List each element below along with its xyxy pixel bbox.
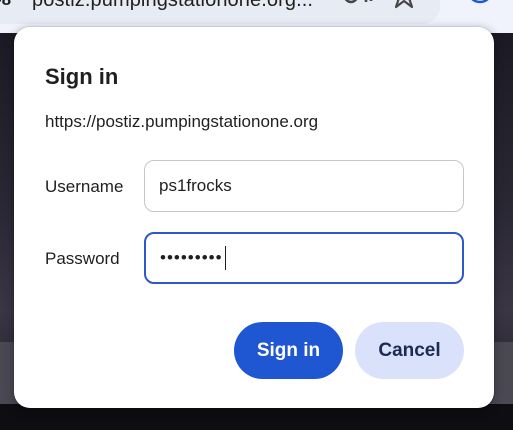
cancel-button[interactable]: Cancel — [355, 322, 464, 379]
sign-in-dialog: Sign in https://postiz.pumpingstationone… — [14, 27, 494, 408]
key-icon[interactable] — [344, 0, 376, 10]
sign-in-button[interactable]: Sign in — [234, 322, 343, 379]
star-icon[interactable] — [392, 0, 416, 10]
username-field[interactable]: ps1frocks — [144, 160, 464, 212]
text-caret — [224, 246, 227, 270]
dialog-origin-url: https://postiz.pumpingstationone.org — [45, 112, 319, 131]
username-value: ps1frocks — [159, 176, 232, 195]
password-label: Password — [45, 249, 120, 268]
dialog-title: Sign in — [45, 64, 119, 89]
profile-icon[interactable] — [466, 0, 494, 12]
site-info-chip[interactable]: -8 — [0, 0, 11, 10]
url-text[interactable]: postiz.pumpingstationone.org... — [32, 0, 313, 12]
password-field[interactable]: ••••••••• — [144, 232, 464, 284]
password-value: ••••••••• — [160, 248, 223, 267]
username-label: Username — [45, 177, 124, 196]
